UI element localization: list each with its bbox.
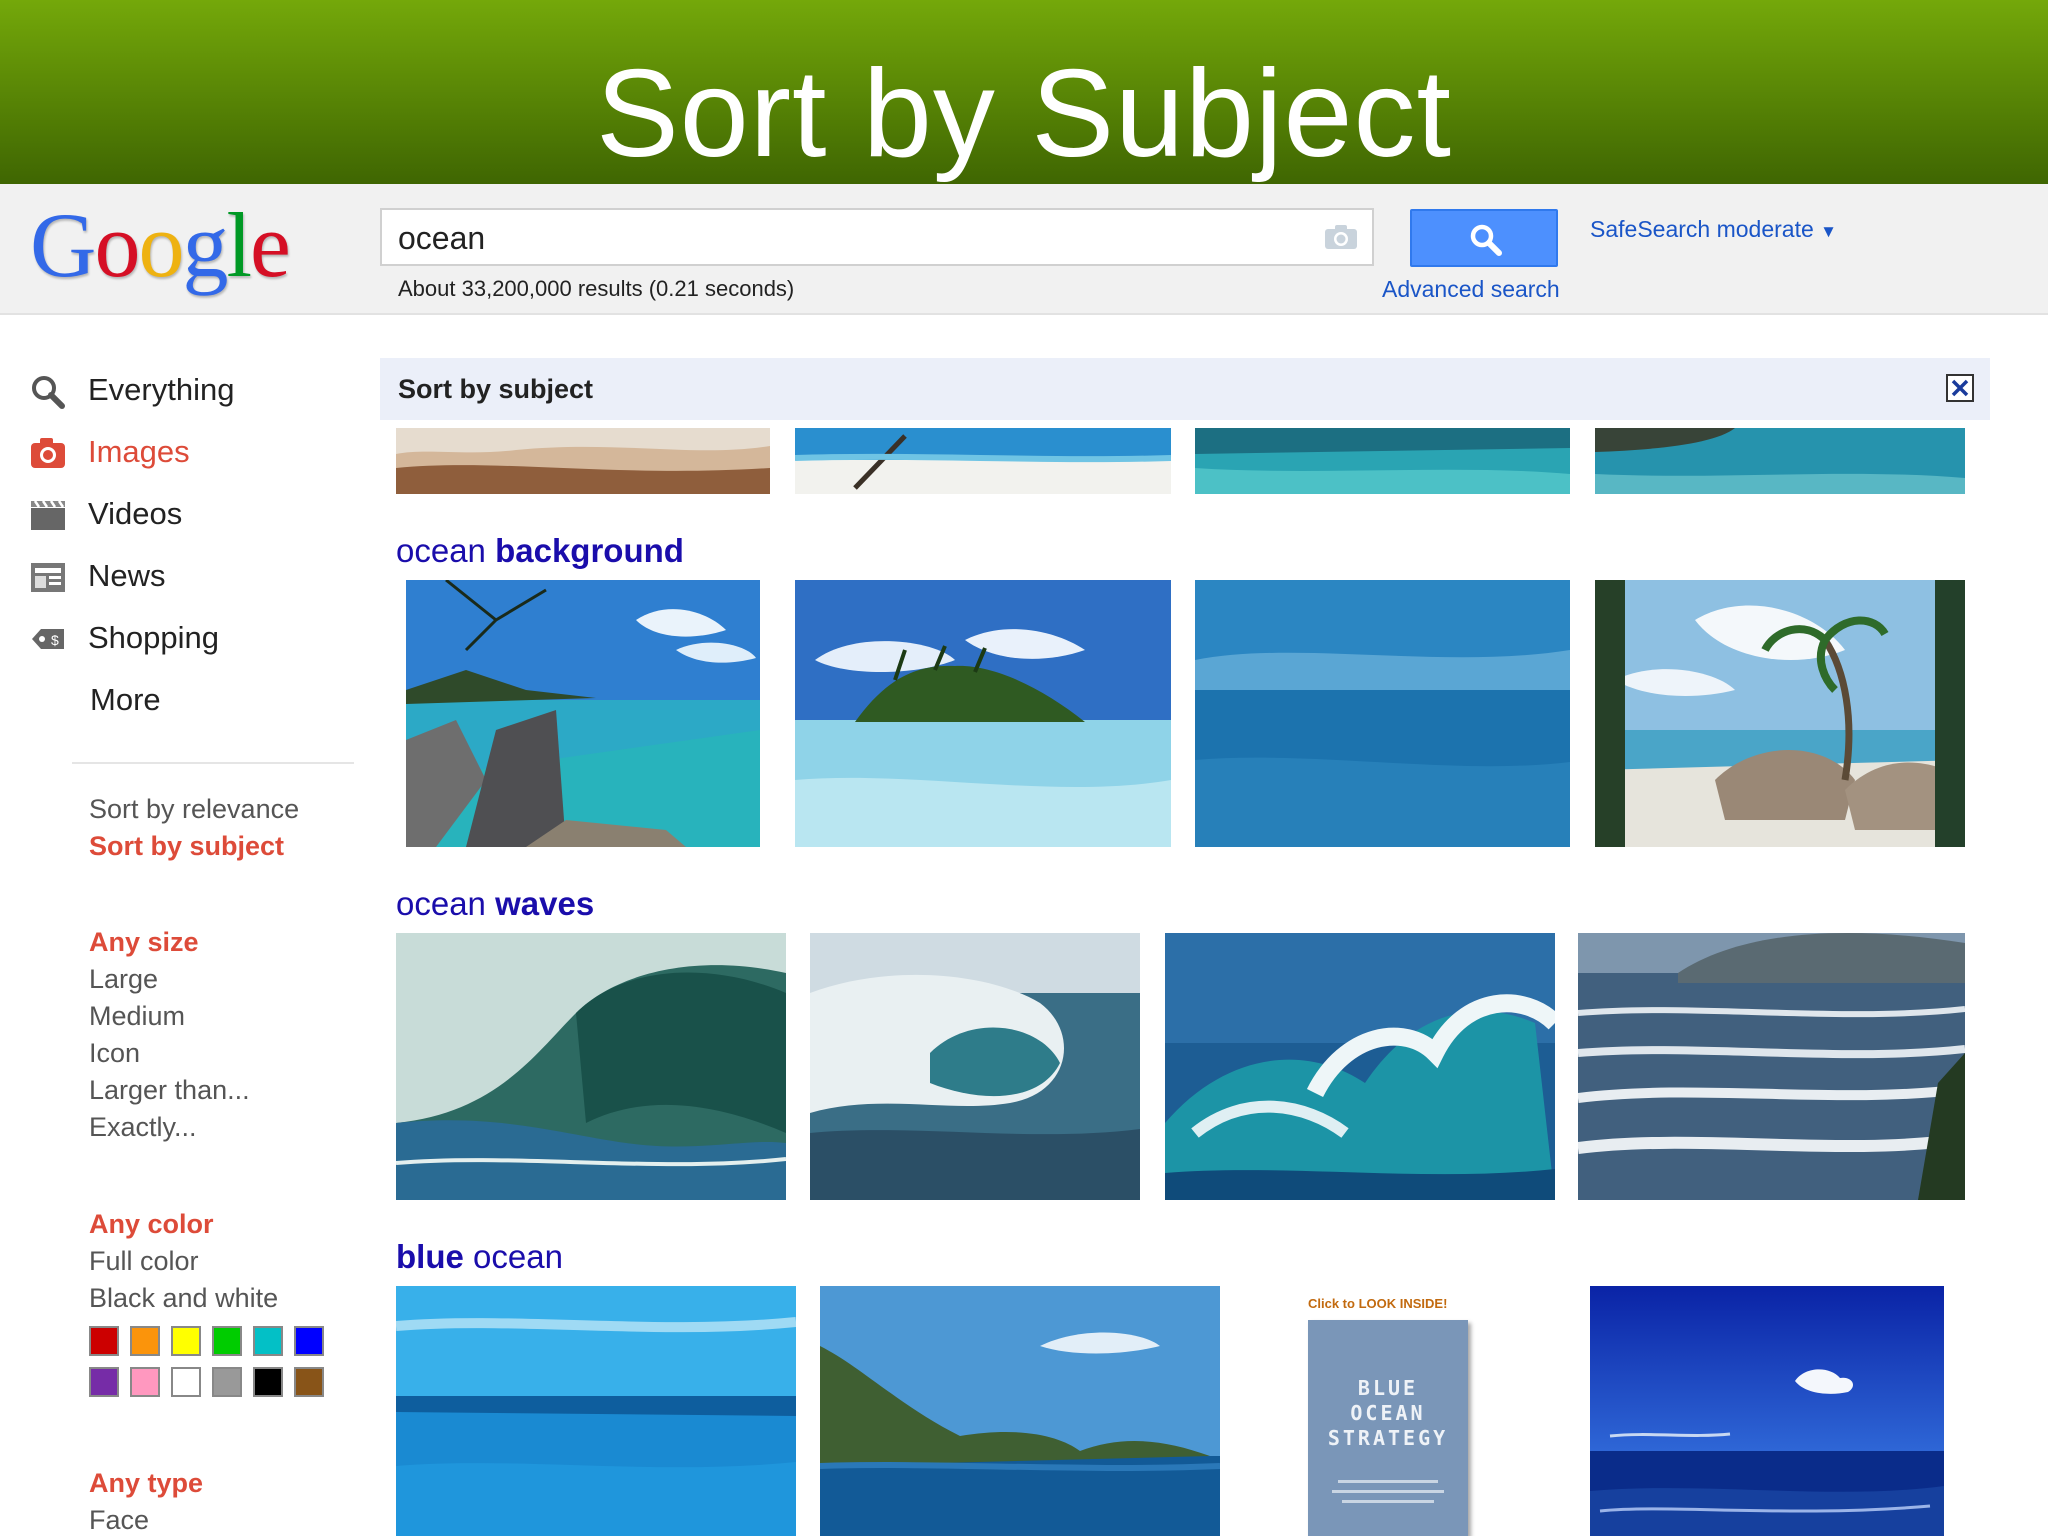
nav-label: Images [88, 434, 190, 469]
image-thumbnail-palm-rocks[interactable] [1595, 580, 1965, 847]
image-thumbnail-wave-barrel[interactable] [810, 933, 1140, 1200]
color-swatch[interactable] [130, 1367, 160, 1397]
size-filter-heading[interactable]: Any size [89, 927, 199, 958]
color-swatch[interactable] [212, 1326, 242, 1356]
size-option-icon[interactable]: Icon [89, 1038, 140, 1069]
group-title-suffix: waves [495, 885, 595, 922]
book-title-line: BLUE [1357, 1376, 1419, 1400]
type-filter-heading[interactable]: Any type [89, 1468, 203, 1499]
color-swatch[interactable] [253, 1326, 283, 1356]
price-tag-icon: $ [30, 622, 66, 656]
color-swatch[interactable] [294, 1326, 324, 1356]
book-text-lines [1338, 1480, 1438, 1483]
image-thumbnail-wave-splash[interactable] [1165, 933, 1555, 1200]
sort-by-subject-selected[interactable]: Sort by subject [89, 831, 284, 862]
subject-group-title[interactable]: blue ocean [396, 1238, 563, 1276]
slide-title: Sort by Subject [596, 45, 1452, 183]
google-logo[interactable]: Google [30, 192, 291, 298]
image-thumbnail-deep-blue-sky[interactable] [1590, 1286, 1944, 1536]
color-swatch[interactable] [171, 1326, 201, 1356]
image-thumbnail-palm-beach[interactable] [795, 428, 1171, 494]
group-title-suffix: ocean [473, 1238, 563, 1275]
sort-by-subject-panel: Sort by subject [380, 358, 1990, 420]
type-option-face[interactable]: Face [89, 1505, 149, 1536]
search-box[interactable] [380, 208, 1374, 266]
safesearch-label: SafeSearch moderate [1590, 216, 1814, 242]
image-thumbnail-rocky-coast[interactable] [1595, 428, 1965, 494]
film-icon [30, 498, 66, 532]
size-option-medium[interactable]: Medium [89, 1001, 185, 1032]
svg-text:$: $ [51, 632, 59, 648]
subject-group-title[interactable]: ocean background [396, 532, 684, 570]
book-cover-banner: Click to LOOK INSIDE! [1308, 1296, 1448, 1311]
nav-label: Shopping [88, 620, 220, 655]
image-thumbnail-tropical-lagoon[interactable] [1195, 428, 1570, 494]
close-icon[interactable] [1946, 374, 1974, 402]
image-thumbnail-turquoise-sea[interactable] [396, 1286, 796, 1536]
safesearch-dropdown[interactable]: SafeSearch moderate ▼ [1590, 216, 1837, 243]
group-title-suffix: background [495, 532, 684, 569]
newspaper-icon [30, 560, 66, 594]
image-thumbnail-island[interactable] [795, 580, 1171, 847]
size-option-exactly[interactable]: Exactly... [89, 1112, 197, 1143]
search-icon [30, 374, 66, 409]
image-thumbnail-book-cover[interactable]: Click to LOOK INSIDE! BLUE OCEAN STRATEG… [1300, 1286, 1486, 1536]
camera-icon [30, 436, 66, 470]
image-thumbnail-beach-sand[interactable] [396, 428, 770, 494]
color-swatch[interactable] [253, 1367, 283, 1397]
nav-label: News [88, 558, 166, 593]
color-filter-heading[interactable]: Any color [89, 1209, 214, 1240]
color-swatch[interactable] [294, 1367, 324, 1397]
color-swatch[interactable] [89, 1326, 119, 1356]
subject-group-title[interactable]: ocean waves [396, 885, 594, 923]
sidebar-divider [72, 762, 354, 764]
color-option-full[interactable]: Full color [89, 1246, 199, 1277]
color-swatch[interactable] [130, 1326, 160, 1356]
results-stats: About 33,200,000 results (0.21 seconds) [398, 276, 795, 301]
color-swatch[interactable] [89, 1367, 119, 1397]
color-swatch[interactable] [171, 1367, 201, 1397]
color-swatch[interactable] [212, 1367, 242, 1397]
slide-banner: Sort by Subject [0, 0, 2048, 184]
search-button[interactable] [1410, 209, 1558, 267]
group-title-prefix: ocean [396, 885, 486, 922]
image-thumbnail-shore-waves[interactable] [1578, 933, 1965, 1200]
advanced-search-link[interactable]: Advanced search [1382, 276, 1560, 303]
search-icon [1470, 224, 1502, 256]
book-title-line: STRATEGY [1327, 1426, 1449, 1450]
sort-by-relevance-link[interactable]: Sort by relevance [89, 794, 299, 825]
nav-label: Everything [88, 372, 235, 407]
color-option-bw[interactable]: Black and white [89, 1283, 278, 1314]
image-thumbnail-wave-curl[interactable] [396, 933, 786, 1200]
caret-down-icon: ▼ [1820, 222, 1837, 241]
image-thumbnail-open-sea[interactable] [1195, 580, 1570, 847]
image-thumbnail-lake-rocks[interactable] [406, 580, 760, 847]
group-title-prefix: blue [396, 1238, 464, 1275]
group-title-prefix: ocean [396, 532, 486, 569]
book-cover: BLUE OCEAN STRATEGY [1308, 1320, 1468, 1536]
size-option-large[interactable]: Large [89, 964, 158, 995]
size-option-larger-than[interactable]: Larger than... [89, 1075, 250, 1106]
nav-label: Videos [88, 496, 183, 531]
book-title-line: OCEAN [1350, 1401, 1426, 1425]
nav-label: More [90, 682, 161, 717]
image-thumbnail-coastal-cliffs[interactable] [820, 1286, 1220, 1536]
search-input[interactable] [398, 220, 1278, 256]
panel-title: Sort by subject [398, 374, 594, 404]
camera-icon[interactable] [1324, 224, 1358, 250]
